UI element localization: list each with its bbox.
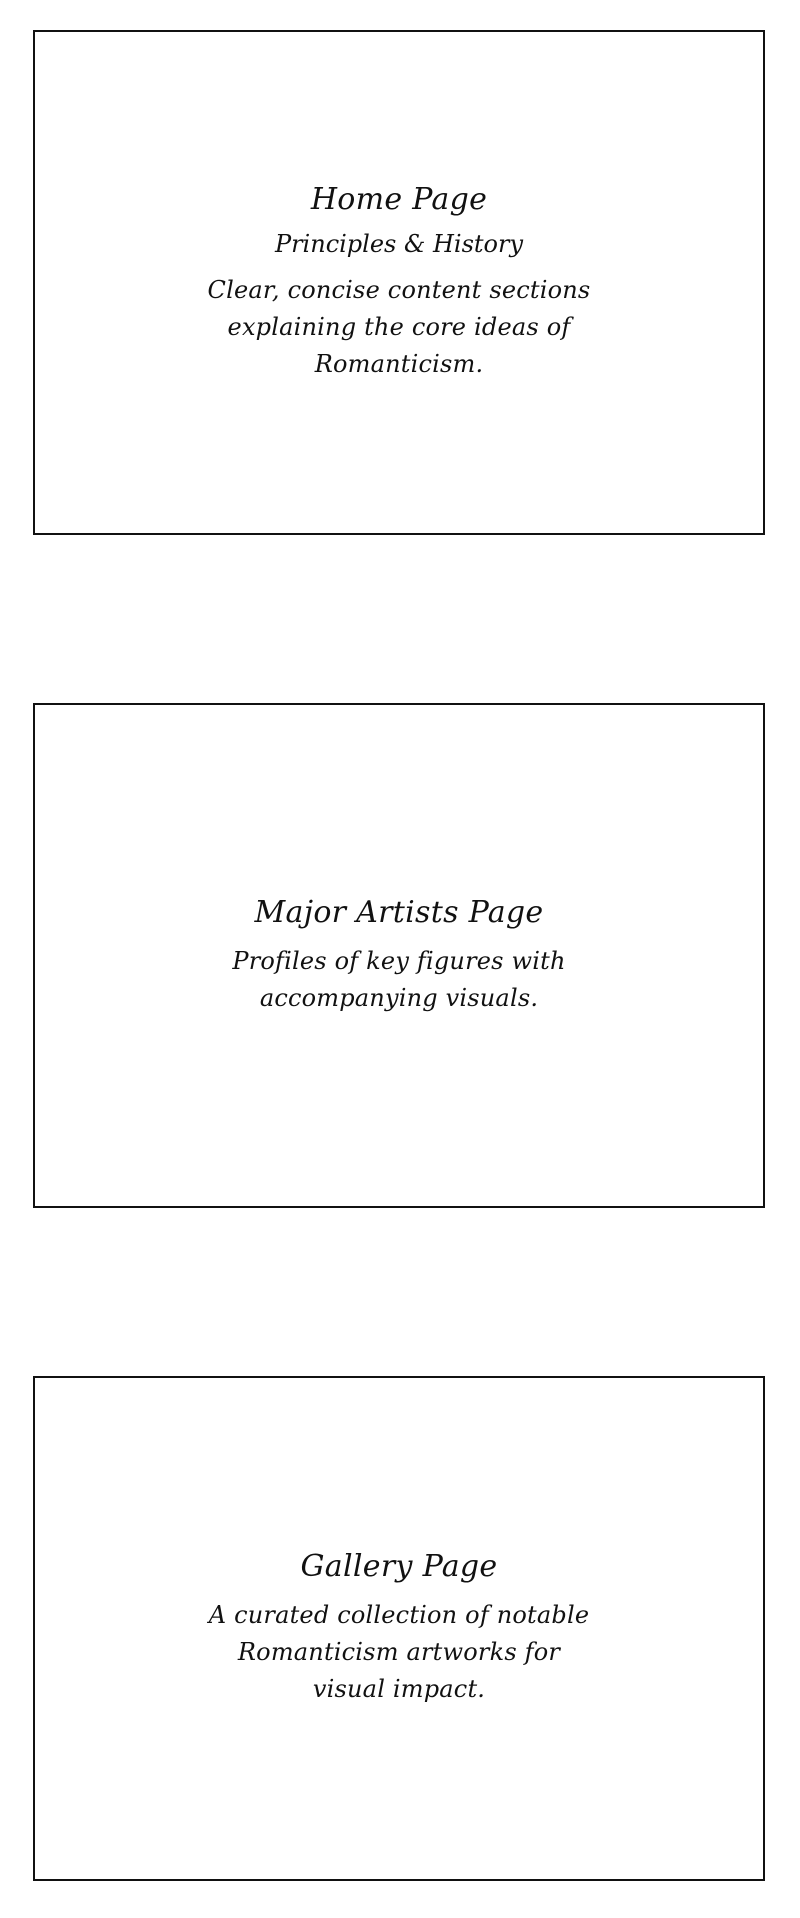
major-artists-page-title: Major Artists Page bbox=[254, 894, 544, 930]
home-page-card: Home Page Principles & History Clear, co… bbox=[33, 30, 765, 535]
gallery-page-title: Gallery Page bbox=[300, 1549, 498, 1584]
home-page-subtitle: Principles & History bbox=[274, 229, 524, 258]
major-artists-page-card: Major Artists Page Profiles of key figur… bbox=[33, 703, 765, 1208]
gallery-page-card: Gallery Page A curated collection of not… bbox=[33, 1376, 765, 1881]
gallery-page-description: A curated collection of notable Romantic… bbox=[208, 1601, 590, 1703]
major-artists-page-description: Profiles of key figures with accompanyin… bbox=[232, 946, 566, 1012]
home-page-description: Clear, concise content sections explaini… bbox=[207, 276, 591, 379]
home-page-title: Home Page bbox=[310, 181, 488, 217]
